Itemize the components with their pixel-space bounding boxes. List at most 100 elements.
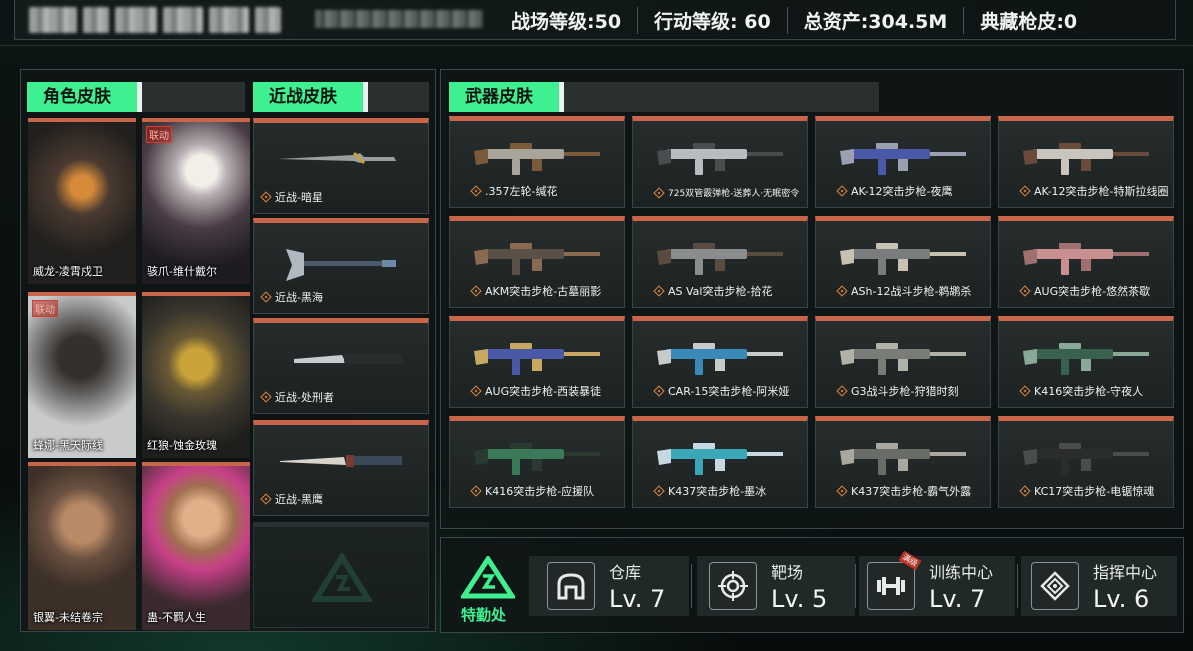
weapon-card[interactable]: 725双管霰弹枪-送葬人·无眠密令 xyxy=(632,116,808,208)
weapon-label: ASh-12战斗步枪-鹈鹕杀 xyxy=(851,285,972,298)
weapon-card[interactable]: .357左轮-缄花 xyxy=(449,116,625,208)
character-card[interactable]: 联动 蜂娜-黑天际线 xyxy=(28,292,136,458)
melee-label: 近战-暗星 xyxy=(275,191,323,204)
weapon-card[interactable]: KC17突击步枪-电锯惊魂 xyxy=(998,416,1174,508)
weapon-label: AUG突击步枪-西装暴徒 xyxy=(485,385,602,398)
weapon-icon xyxy=(657,243,783,275)
weapon-label: AK-12突击步枪-特斯拉线圈 xyxy=(1034,185,1169,198)
weapon-card[interactable]: CAR-15突击步枪-阿米娅 xyxy=(632,316,808,408)
facility-name: 训练中心 xyxy=(929,563,994,582)
weapon-label: CAR-15突击步枪-阿米娅 xyxy=(668,385,790,398)
special-ops-label: 特勤处 xyxy=(461,606,507,624)
character-card[interactable]: 蛊-不羁人生 xyxy=(142,462,250,630)
rarity-diamond-icon xyxy=(653,186,665,199)
tab-melee-skins[interactable]: 近战皮肤 xyxy=(253,82,365,112)
weapon-icon xyxy=(840,343,966,375)
weapon-icon xyxy=(474,443,600,475)
melee-card[interactable]: 近战-处刑者 xyxy=(253,318,429,414)
weapon-icon xyxy=(657,343,783,375)
rarity-diamond-icon xyxy=(836,285,848,297)
weapon-card[interactable]: K437突击步枪-霸气外露 xyxy=(815,416,991,508)
facility-training-center[interactable]: 满级 训练中心 Lv. 7 xyxy=(859,550,1015,616)
weapon-card[interactable]: AUG突击步枪-西装暴徒 xyxy=(449,316,625,408)
rarity-diamond-icon xyxy=(653,285,665,297)
collab-badge: 联动 xyxy=(32,300,58,317)
special-ops-panel: 特勤处 仓库 Lv. 7 靶场 Lv. 5 满级 训练中心 Lv. 7 指挥中心… xyxy=(440,537,1184,633)
facility-command-center[interactable]: 指挥中心 Lv. 6 xyxy=(1021,556,1177,616)
weapon-icon xyxy=(840,243,966,275)
tab-tip xyxy=(363,82,368,112)
logo-watermark-icon xyxy=(312,553,372,602)
weapon-card[interactable]: K416突击步枪-应援队 xyxy=(449,416,625,508)
weapon-label: KC17突击步枪-电锯惊魂 xyxy=(1034,485,1155,498)
tab-character-skins[interactable]: 角色皮肤 xyxy=(27,82,139,112)
weapon-card[interactable]: G3战斗步枪-狩猎时刻 xyxy=(815,316,991,408)
character-portrait xyxy=(28,296,136,458)
weapon-card[interactable]: AKM突击步枪-古墓丽影 xyxy=(449,216,625,308)
character-card[interactable]: 威龙-凌霄戍卫 xyxy=(28,118,136,284)
weapon-card[interactable]: ASh-12战斗步枪-鹈鹕杀 xyxy=(815,216,991,308)
weapon-icon xyxy=(657,443,783,475)
character-portrait xyxy=(142,466,250,630)
facility-name: 指挥中心 xyxy=(1093,563,1158,582)
weapon-icon xyxy=(1023,143,1149,175)
character-portrait xyxy=(28,122,136,284)
character-card[interactable]: 红狼-蚀金玫瑰 xyxy=(142,292,250,458)
rarity-diamond-icon xyxy=(470,485,482,497)
weapon-card[interactable]: AK-12突击步枪-夜鹰 xyxy=(815,116,991,208)
rarity-diamond-icon xyxy=(836,385,848,397)
melee-card[interactable]: 近战-暗星 xyxy=(253,118,429,214)
weapon-icon xyxy=(1023,243,1149,275)
weapon-label: AUG突击步枪-悠然茶歇 xyxy=(1034,285,1151,298)
divider xyxy=(1017,564,1018,608)
rarity-diamond-icon xyxy=(260,391,272,403)
rarity-diamond-icon xyxy=(260,493,272,505)
weapon-card[interactable]: K416突击步枪-守夜人 xyxy=(998,316,1174,408)
melee-card[interactable]: 近战-黑海 xyxy=(253,218,429,314)
weapon-card[interactable]: AUG突击步枪-悠然茶歇 xyxy=(998,216,1174,308)
character-label: 骇爪-维什戴尔 xyxy=(147,265,217,278)
weapon-icon xyxy=(840,143,966,175)
facility-name: 仓库 xyxy=(609,563,642,582)
weapon-label: .357左轮-缄花 xyxy=(485,185,558,198)
weapon-label: K416突击步枪-守夜人 xyxy=(1034,385,1144,398)
character-label: 蛊-不羁人生 xyxy=(147,611,206,624)
tab-weapon-skins[interactable]: 武器皮肤 xyxy=(449,82,561,112)
total-assets: 总资产:304.5M xyxy=(786,6,964,34)
character-label: 红狼-蚀金玫瑰 xyxy=(147,439,217,452)
rarity-diamond-icon xyxy=(1019,385,1031,397)
character-portrait xyxy=(28,466,136,630)
melee-label: 近战-黑海 xyxy=(275,291,323,304)
facility-level: Lv. 7 xyxy=(609,585,666,613)
melee-card[interactable]: 近战-黑鹰 xyxy=(253,420,429,516)
weapon-card[interactable]: AS Val突击步枪-拾花 xyxy=(632,216,808,308)
rarity-diamond-icon xyxy=(260,191,272,203)
weapon-icon xyxy=(1023,443,1149,475)
facility-warehouse[interactable]: 仓库 Lv. 7 xyxy=(529,556,689,616)
facility-level: Lv. 5 xyxy=(771,585,828,613)
weapon-label: K437突击步枪-墨冰 xyxy=(668,485,767,498)
weapon-icon xyxy=(474,143,600,175)
knife-icon xyxy=(294,354,402,364)
rarity-diamond-icon xyxy=(470,285,482,297)
tab-tip xyxy=(137,82,142,112)
rarity-diamond-icon xyxy=(1019,485,1031,497)
character-melee-panel: 角色皮肤 近战皮肤 威龙-凌霄戍卫 联动 骇爪-维什戴尔 联动 蜂娜-黑天际线 … xyxy=(20,69,436,632)
collab-badge: 联动 xyxy=(146,126,172,143)
weapon-label: AK-12突击步枪-夜鹰 xyxy=(851,185,953,198)
rarity-diamond-icon xyxy=(1019,285,1031,297)
weapon-card[interactable]: K437突击步枪-墨冰 xyxy=(632,416,808,508)
player-header: 战场等级:50 行动等级: 60 总资产:304.5M 典藏枪皮:0 xyxy=(14,0,1176,40)
melee-label: 近战-黑鹰 xyxy=(275,493,323,506)
character-card[interactable]: 银翼-未结卷宗 xyxy=(28,462,136,630)
facility-range[interactable]: 靶场 Lv. 5 xyxy=(697,556,855,616)
weapon-icon xyxy=(1023,343,1149,375)
special-ops-logo: 特勤处 xyxy=(459,554,517,625)
weapon-label: AKM突击步枪-古墓丽影 xyxy=(485,285,602,298)
rarity-diamond-icon xyxy=(653,485,665,497)
character-card[interactable]: 联动 骇爪-维什戴尔 xyxy=(142,118,250,284)
weapon-card[interactable]: AK-12突击步枪-特斯拉线圈 xyxy=(998,116,1174,208)
weapon-icon xyxy=(840,443,966,475)
weapon-icon xyxy=(474,243,600,275)
character-label: 威龙-凌霄戍卫 xyxy=(33,265,103,278)
